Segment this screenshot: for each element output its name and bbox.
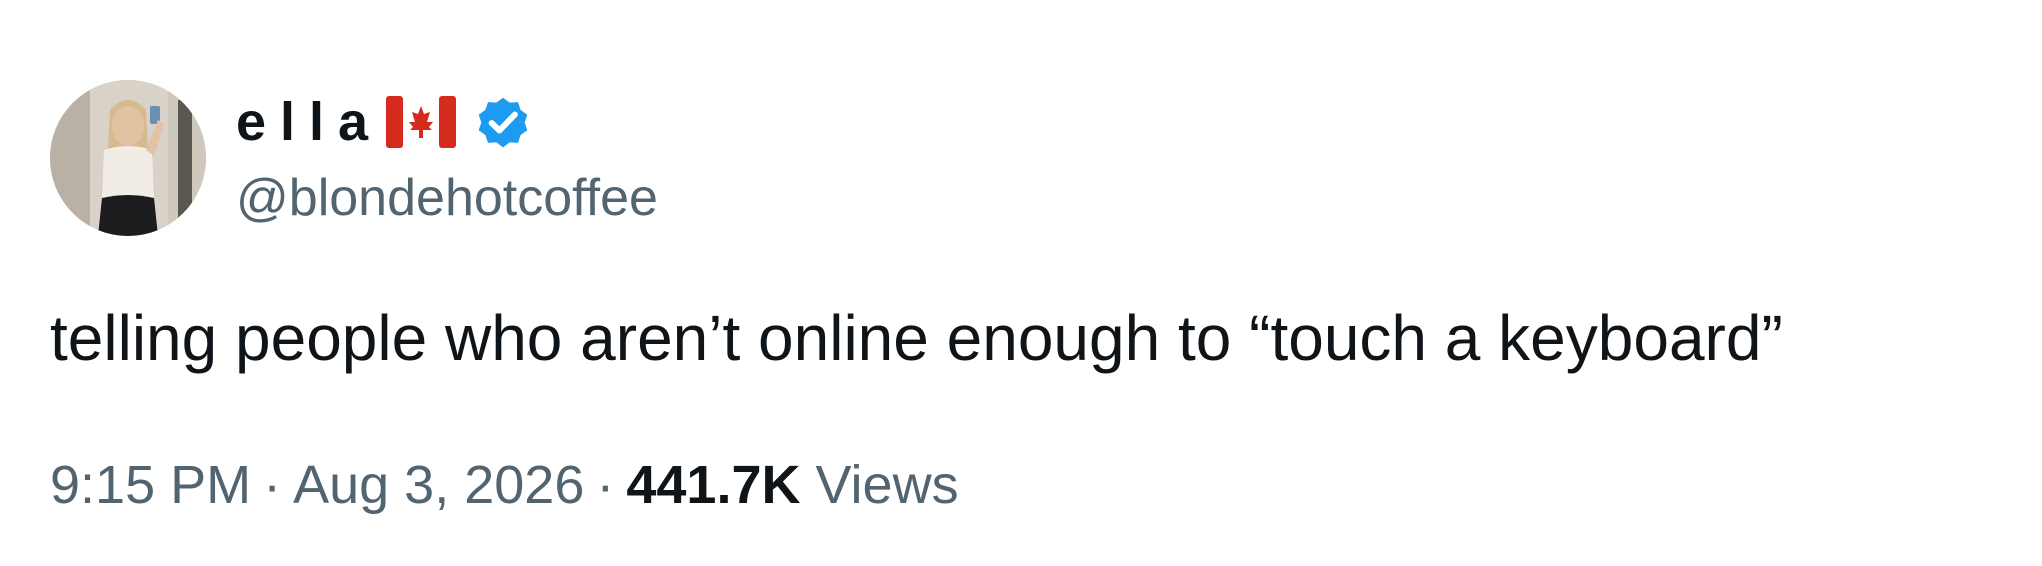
canada-flag-icon — [386, 96, 457, 148]
tweet-time[interactable]: 9:15 PM — [50, 455, 251, 515]
avatar[interactable] — [50, 80, 206, 236]
author-handle[interactable]: @blondehotcoffee — [236, 168, 658, 228]
verified-badge-icon[interactable] — [472, 91, 534, 153]
views-count: 441.7K — [626, 455, 801, 515]
tweet-text: telling people who aren’t online enough … — [50, 302, 1783, 374]
profile-photo-image — [50, 80, 206, 236]
tweet-card: ella @blondehotcoffee telling people who… — [0, 0, 2042, 566]
meta-separator: · — [596, 455, 615, 515]
meta-separator: · — [263, 455, 282, 515]
tweet-date[interactable]: Aug 3, 2026 — [293, 455, 584, 515]
author-display-name[interactable]: ella — [236, 92, 382, 152]
author-name-row: ella — [236, 92, 534, 152]
tweet-meta: 9:15 PM · Aug 3, 2026 · 441.7K Views — [50, 452, 959, 518]
views-label: Views — [815, 455, 959, 515]
